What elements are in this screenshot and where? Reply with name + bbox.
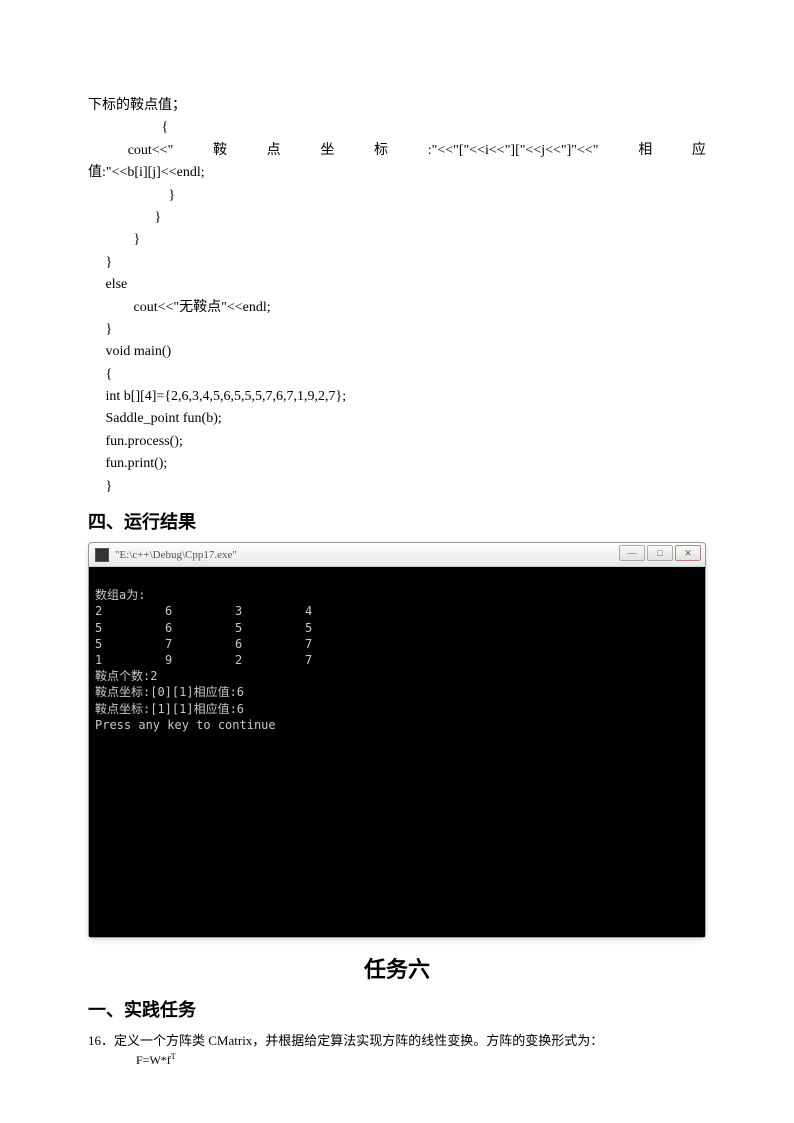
code-block: 下标的鞍点值； { cout<<" 鞍 点 坐 标 :"<<"["<<i<<"]… (88, 95, 706, 498)
code-line: } (88, 476, 706, 498)
window-buttons: — □ ✕ (619, 545, 701, 561)
code-line: fun.print(); (88, 453, 706, 475)
maximize-button[interactable]: □ (647, 545, 673, 561)
console-line: Press any key to continue (95, 718, 276, 732)
code-line: 值:"<<b[i][j]<<endl; (88, 162, 706, 184)
code-line: 下标的鞍点值； (88, 95, 706, 117)
table-row: 2634 (95, 603, 699, 619)
console-titlebar[interactable]: "E:\c++\Debug\Cpp17.exe" — □ ✕ (89, 543, 705, 567)
console-line: 数组a为: (95, 588, 145, 602)
code-line: cout<<" 鞍 点 坐 标 :"<<"["<<i<<"]["<<j<<"]"… (88, 140, 706, 162)
table-row: 5655 (95, 620, 699, 636)
console-output: 数组a为: 2634565557671927鞍点个数:2 鞍点坐标:[0][1]… (89, 567, 705, 937)
table-row: 1927 (95, 652, 699, 668)
console-window: "E:\c++\Debug\Cpp17.exe" — □ ✕ 数组a为: 263… (88, 542, 706, 938)
code-line: else (88, 274, 706, 296)
app-icon (95, 548, 109, 562)
code-line: fun.process(); (88, 431, 706, 453)
code-line: void main() (88, 341, 706, 363)
task-title: 任务六 (88, 952, 706, 984)
code-line: } (88, 252, 706, 274)
code-line: } (88, 229, 706, 251)
console-line: 鞍点个数:2 (95, 669, 157, 683)
task-description: 16．定义一个方阵类 CMatrix，并根据给定算法实现方阵的线性变换。方阵的变… (88, 1030, 706, 1052)
code-line: } (88, 207, 706, 229)
close-button[interactable]: ✕ (675, 545, 701, 561)
practice-heading: 一、实践任务 (88, 996, 706, 1022)
code-line: cout<<"无鞍点"<<endl; (88, 297, 706, 319)
code-line: } (88, 185, 706, 207)
console-line: 鞍点坐标:[0][1]相应值:6 (95, 685, 244, 699)
code-line: Saddle_point fun(b); (88, 408, 706, 430)
table-row: 5767 (95, 636, 699, 652)
results-heading: 四、运行结果 (88, 508, 706, 534)
code-line: { (88, 364, 706, 386)
formula: F=W*fT (136, 1052, 706, 1068)
code-line: { (88, 117, 706, 139)
code-line: int b[][4]={2,6,3,4,5,6,5,5,5,7,6,7,1,9,… (88, 386, 706, 408)
code-line: } (88, 319, 706, 341)
window-title: "E:\c++\Debug\Cpp17.exe" (115, 549, 237, 561)
console-line: 鞍点坐标:[1][1]相应值:6 (95, 702, 244, 716)
minimize-button[interactable]: — (619, 545, 645, 561)
